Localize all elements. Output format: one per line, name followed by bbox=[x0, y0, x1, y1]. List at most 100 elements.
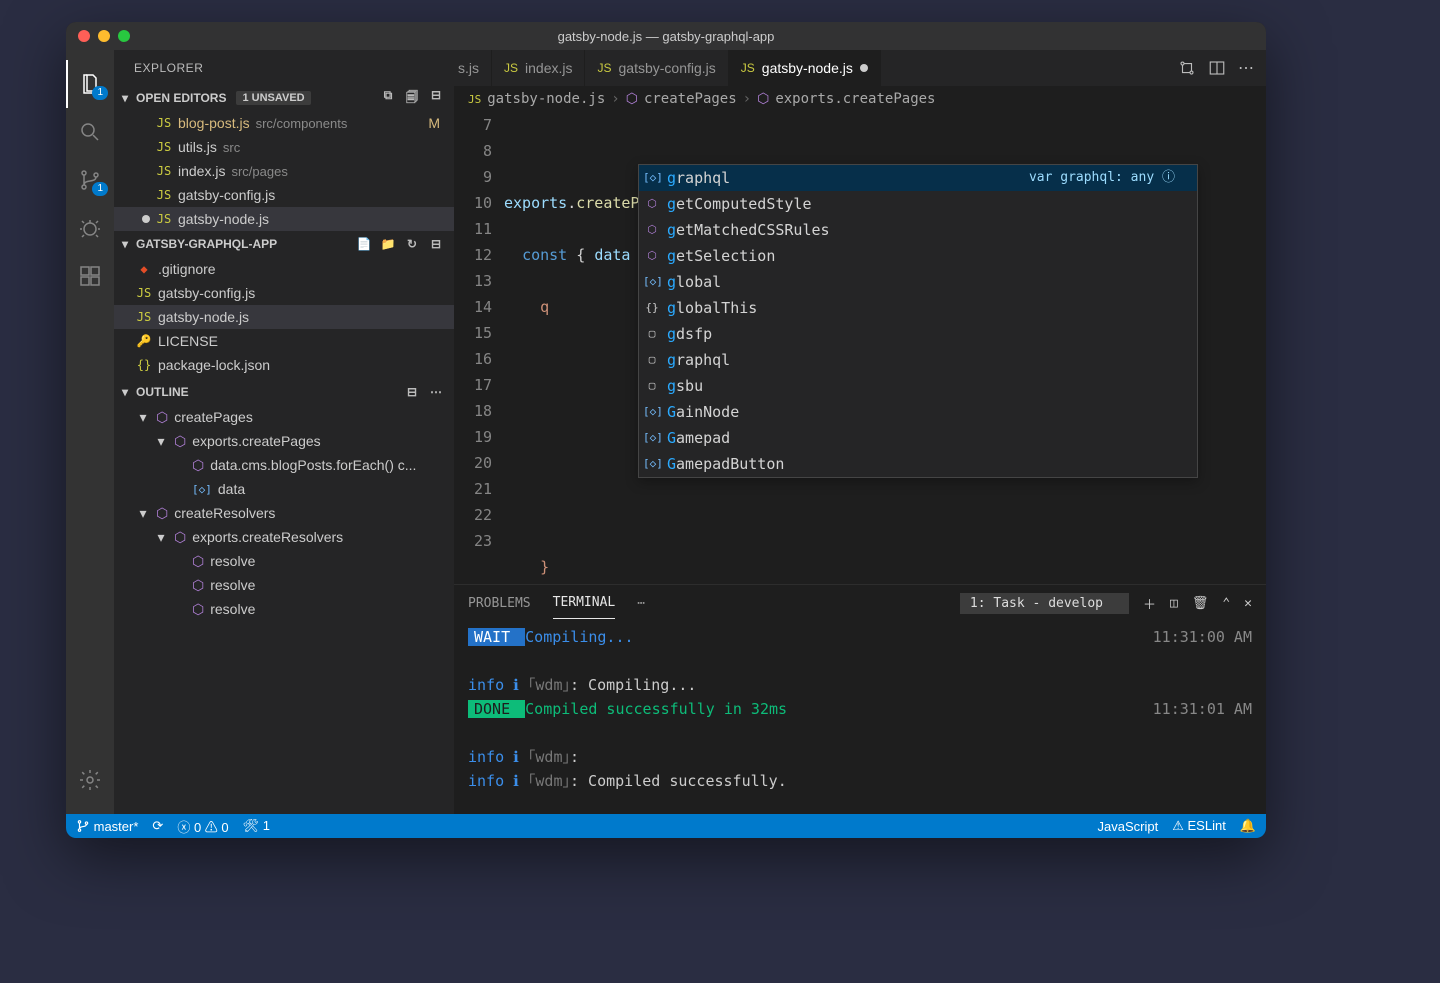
completion-item[interactable]: ⬡getSelection bbox=[639, 243, 1197, 269]
collapse-icon[interactable]: ⊟ bbox=[402, 385, 422, 399]
outline-item[interactable]: ⬡createResolvers bbox=[114, 501, 454, 525]
explorer-tab[interactable]: 1 bbox=[66, 60, 114, 108]
file-name: gatsby-config.js bbox=[158, 285, 255, 301]
scm-tab[interactable]: 1 bbox=[66, 156, 114, 204]
collapse-icon[interactable]: ⊟ bbox=[426, 237, 446, 251]
eslint-status[interactable]: ⚠ ESLint bbox=[1172, 818, 1226, 834]
file-tree-item[interactable]: ◆.gitignore bbox=[114, 257, 454, 281]
file-tree-item[interactable]: JSgatsby-node.js bbox=[114, 305, 454, 329]
outline-item[interactable]: ⬡data.cms.blogPosts.forEach() c... bbox=[114, 453, 454, 477]
completion-item[interactable]: [◇]GainNode bbox=[639, 399, 1197, 425]
new-terminal-icon[interactable]: ＋ bbox=[1143, 594, 1156, 613]
outline-item[interactable]: ⬡createPages bbox=[114, 405, 454, 429]
outline-label: resolve bbox=[210, 577, 255, 593]
open-editor-item[interactable]: JSblog-post.jssrc/componentsM bbox=[114, 111, 454, 135]
notifications-icon[interactable]: 🔔 bbox=[1240, 818, 1256, 834]
file-tree-item[interactable]: JSgatsby-config.js bbox=[114, 281, 454, 305]
close-panel-icon[interactable]: ✕ bbox=[1244, 596, 1252, 611]
editor-tab[interactable]: JSgatsby-node.js bbox=[729, 50, 881, 86]
tools-status[interactable]: 🛠 1 bbox=[243, 818, 270, 834]
git-branch-status[interactable]: master* bbox=[76, 819, 138, 834]
new-file-icon[interactable]: 📄 bbox=[354, 237, 374, 251]
completion-item[interactable]: [◇]Gamepad bbox=[639, 425, 1197, 451]
terminal-select[interactable]: 1: Task - develop bbox=[960, 593, 1129, 614]
symbol-variable-icon: [◇] bbox=[192, 483, 212, 496]
terminal-line: WAIT Compiling...11:31:00 AM bbox=[468, 625, 1252, 649]
terminal-line: info ℹ ｢wdm｣: Compiled successfully. bbox=[468, 769, 1252, 793]
code-lines[interactable]: exports.createPages = async ({ actions, … bbox=[504, 112, 1266, 584]
editor-tab[interactable]: JSgatsby-config.js bbox=[585, 50, 728, 86]
new-folder-icon[interactable]: 📁 bbox=[378, 237, 398, 251]
outline-label: exports.createPages bbox=[192, 433, 320, 449]
project-header[interactable]: GATSBY-GRAPHQL-APP 📄 📁 ↻ ⊟ bbox=[114, 231, 454, 257]
breadcrumb[interactable]: JS gatsby-node.js›⬡ createPages›⬡ export… bbox=[454, 86, 1266, 112]
kill-terminal-icon[interactable]: 🗑 bbox=[1192, 596, 1209, 611]
outline-item[interactable]: ⬡exports.createPages bbox=[114, 429, 454, 453]
split-terminal-icon[interactable]: ◫ bbox=[1170, 596, 1178, 611]
chevron-down-icon bbox=[136, 505, 150, 522]
completion-item[interactable]: ▢gdsfp bbox=[639, 321, 1197, 347]
settings-tab[interactable] bbox=[66, 756, 114, 804]
outline-item[interactable]: ⬡exports.createResolvers bbox=[114, 525, 454, 549]
outline-item[interactable]: [◇]data bbox=[114, 477, 454, 501]
open-editor-item[interactable]: JSindex.jssrc/pages bbox=[114, 159, 454, 183]
open-editors-header[interactable]: OPEN EDITORS 1 UNSAVED ⧉ 🗐 ⊟ bbox=[114, 85, 454, 111]
debug-tab[interactable] bbox=[66, 204, 114, 252]
close-all-icon[interactable]: ⊟ bbox=[426, 88, 446, 109]
file-name: blog-post.js bbox=[178, 115, 250, 131]
chevron-down-icon bbox=[118, 385, 132, 399]
chevron-down-icon bbox=[154, 529, 168, 546]
breadcrumb-item[interactable]: createPages bbox=[644, 91, 737, 107]
refresh-icon[interactable]: ↻ bbox=[402, 237, 422, 251]
extensions-tab[interactable] bbox=[66, 252, 114, 300]
code-editor[interactable]: 7891011121314151617181920212223 exports.… bbox=[454, 112, 1266, 584]
chevron-up-icon[interactable]: ⌃ bbox=[1222, 596, 1230, 611]
completion-widget[interactable]: [◇]graphqlvar graphql: any ⓘ⬡getComputed… bbox=[638, 164, 1198, 478]
breadcrumb-item[interactable]: exports.createPages bbox=[775, 91, 935, 107]
file-tree: ◆.gitignoreJSgatsby-config.jsJSgatsby-no… bbox=[114, 257, 454, 377]
save-all-icon[interactable]: 🗐 bbox=[402, 88, 422, 109]
tab-truncated[interactable]: s.js bbox=[454, 50, 492, 86]
open-editor-item[interactable]: JSutils.jssrc bbox=[114, 135, 454, 159]
completion-item[interactable]: [◇]GamepadButton bbox=[639, 451, 1197, 477]
breadcrumb-item[interactable]: gatsby-node.js bbox=[487, 91, 605, 107]
file-name: LICENSE bbox=[158, 333, 218, 349]
completion-item[interactable]: [◇]global bbox=[639, 269, 1197, 295]
completion-item[interactable]: ⬡getComputedStyle bbox=[639, 191, 1197, 217]
file-tree-item[interactable]: 🔑LICENSE bbox=[114, 329, 454, 353]
terminal-output[interactable]: WAIT Compiling...11:31:00 AM info ℹ ｢wdm｣… bbox=[454, 621, 1266, 814]
compare-icon[interactable] bbox=[1178, 59, 1196, 77]
terminal-timestamp: 11:31:00 AM bbox=[1153, 625, 1252, 649]
project-label: GATSBY-GRAPHQL-APP bbox=[136, 237, 277, 251]
split-editor-icon[interactable] bbox=[1208, 59, 1226, 77]
open-editors-label: OPEN EDITORS bbox=[136, 91, 226, 105]
error-count[interactable]: ⓧ 0 ⚠ 0 bbox=[177, 817, 228, 836]
js-file-icon: JS bbox=[156, 116, 172, 130]
more-icon[interactable]: ⋯ bbox=[637, 596, 645, 611]
titlebar[interactable]: gatsby-node.js — gatsby-graphql-app bbox=[66, 22, 1266, 50]
completion-item[interactable]: ▢graphql bbox=[639, 347, 1197, 373]
outline-item[interactable]: ⬡resolve bbox=[114, 597, 454, 621]
file-tree-item[interactable]: {}package-lock.json bbox=[114, 353, 454, 377]
completion-item[interactable]: ⬡getMatchedCSSRules bbox=[639, 217, 1197, 243]
more-icon[interactable]: ⋯ bbox=[1238, 58, 1254, 78]
editor-tab[interactable]: JSindex.js bbox=[492, 50, 585, 86]
panel-tab-terminal[interactable]: TERMINAL bbox=[553, 595, 616, 619]
completion-item[interactable]: [◇]graphqlvar graphql: any ⓘ bbox=[639, 165, 1197, 191]
completion-item[interactable]: {}globalThis bbox=[639, 295, 1197, 321]
outline-label: createResolvers bbox=[174, 505, 275, 521]
panel-tab-problems[interactable]: PROBLEMS bbox=[468, 596, 531, 611]
new-file-icon[interactable]: ⧉ bbox=[378, 88, 398, 109]
open-editor-item[interactable]: JSgatsby-node.js bbox=[114, 207, 454, 231]
outline-label: createPages bbox=[174, 409, 253, 425]
more-icon[interactable]: ⋯ bbox=[426, 385, 446, 399]
completion-item[interactable]: ▢gsbu bbox=[639, 373, 1197, 399]
sync-icon[interactable]: ⟳ bbox=[152, 818, 163, 834]
outline-item[interactable]: ⬡resolve bbox=[114, 549, 454, 573]
sidebar: EXPLORER OPEN EDITORS 1 UNSAVED ⧉ 🗐 ⊟ JS… bbox=[114, 50, 454, 814]
open-editor-item[interactable]: JSgatsby-config.js bbox=[114, 183, 454, 207]
search-tab[interactable] bbox=[66, 108, 114, 156]
outline-header[interactable]: OUTLINE ⊟ ⋯ bbox=[114, 379, 454, 405]
outline-item[interactable]: ⬡resolve bbox=[114, 573, 454, 597]
language-mode[interactable]: JavaScript bbox=[1098, 819, 1159, 834]
